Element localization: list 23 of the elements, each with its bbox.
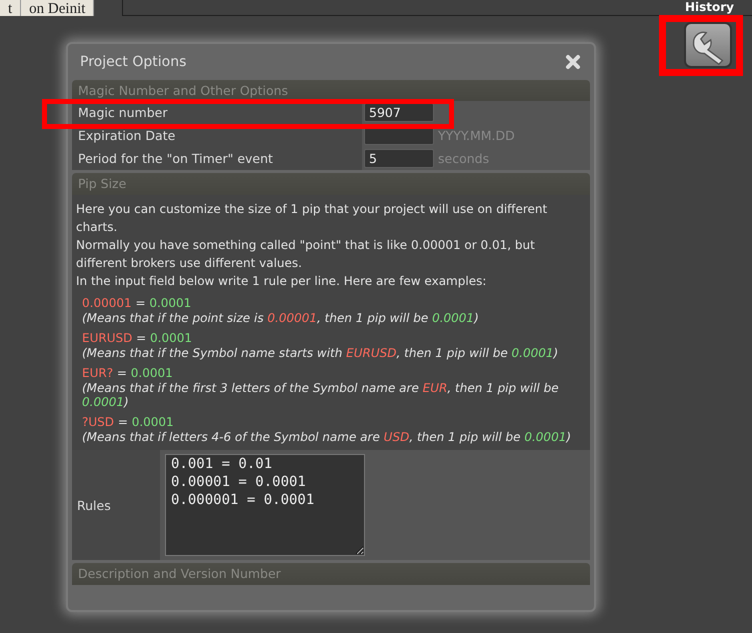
example-rule: 0.00001 = 0.0001 <box>82 296 192 311</box>
example-explanation: (Means that if the first 3 letters of the Symbol name are EUR, then 1 pip will be 0.0001) <box>82 381 560 409</box>
rules-field[interactable]: 0.001 = 0.01 0.00001 = 0.0001 0.000001 = 0.0001 <box>165 454 365 556</box>
example-rule: EUR? = 0.0001 <box>82 366 174 381</box>
tab[interactable]: t <box>0 0 22 16</box>
input-field[interactable]: 5 <box>364 149 434 168</box>
close-icon <box>564 53 582 71</box>
description-text: Here you can customize the size of 1 pip that your project will use on different charts. <box>76 201 548 236</box>
example-rule: EURUSD = 0.0001 <box>82 331 194 346</box>
example-rule: ?USD = 0.0001 <box>82 415 175 430</box>
example-explanation: (Means that if the point size is 0.00001, then 1 pip will be 0.0001) <box>82 311 480 325</box>
dialog-title: Project Options <box>80 54 186 70</box>
input-field[interactable]: 5907 <box>364 103 434 122</box>
close-button[interactable] <box>564 53 582 71</box>
example-explanation: (Means that if the Symbol name starts with EURUSD, then 1 pip will be 0.0001) <box>82 346 560 360</box>
field-label: Period for the "on Timer" event <box>72 147 362 170</box>
example-explanation: (Means that if letters 4-6 of the Symbol name are USD, then 1 pip will be 0.0001) <box>82 430 572 444</box>
tab[interactable]: on Deinit <box>21 0 94 16</box>
field-label: Rules <box>72 450 160 560</box>
description-text: Normally you have something called "point" that is like 0.00001 or 0.01, but different brokers use different values. <box>76 237 536 272</box>
wrench-button[interactable] <box>684 22 732 68</box>
description-text: In the input field below write 1 rule per line. Here are few examples: <box>76 273 488 290</box>
history-label: History <box>684 0 734 14</box>
